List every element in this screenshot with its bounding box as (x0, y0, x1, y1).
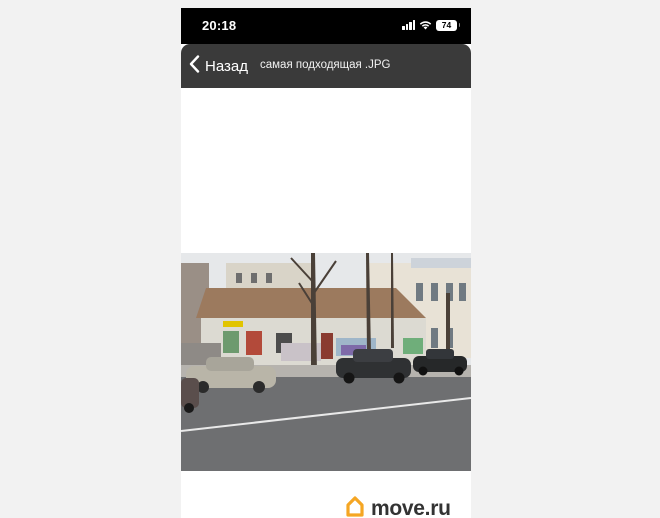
wifi-icon (419, 20, 432, 30)
move-ru-watermark: move.ru (344, 495, 451, 518)
image-viewer[interactable]: move.ru (181, 88, 471, 518)
phone-screen: 20:18 74 Назад самая подходящая .JPG mov… (181, 8, 471, 518)
back-button[interactable]: Назад (189, 53, 248, 79)
cellular-signal-icon (402, 20, 415, 30)
navigation-bar: Назад самая подходящая .JPG (181, 44, 471, 88)
file-title: самая подходящая .JPG (260, 59, 391, 71)
status-time: 20:18 (202, 18, 237, 33)
street-photo (181, 253, 471, 471)
house-logo-icon (344, 495, 366, 518)
battery-icon: 74 (436, 19, 460, 31)
back-label: Назад (205, 57, 248, 75)
status-bar: 20:18 74 (181, 8, 471, 44)
watermark-text: move.ru (371, 496, 451, 518)
chevron-left-icon (189, 54, 200, 78)
status-icons: 74 (402, 18, 460, 32)
